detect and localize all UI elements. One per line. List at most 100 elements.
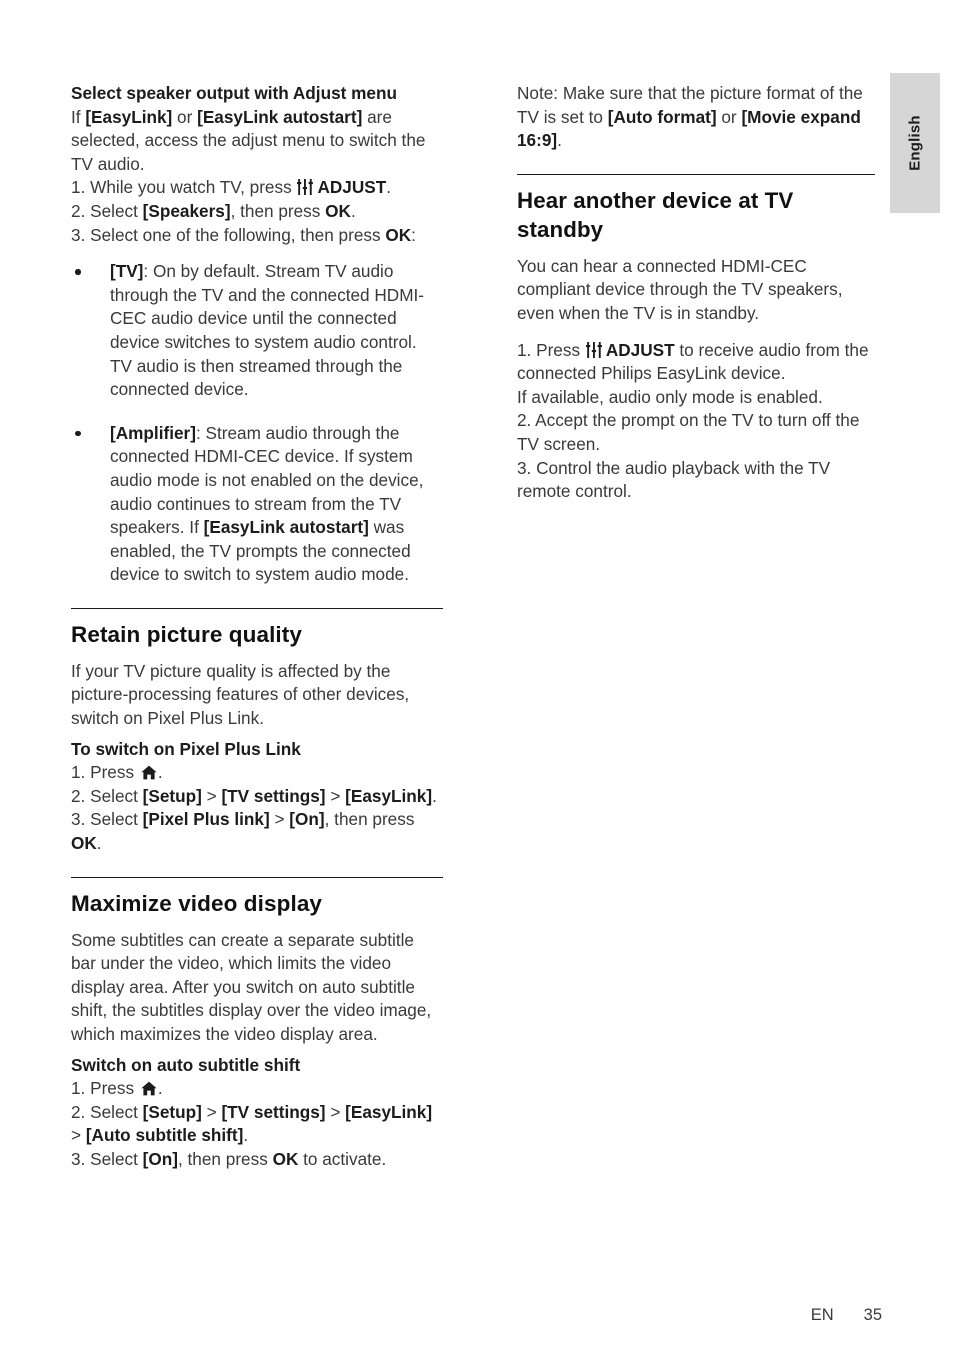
retain-step-3-ok: OK bbox=[71, 833, 97, 854]
section-title: Maximize video display bbox=[71, 890, 323, 916]
retain-step-3-gt: > bbox=[269, 809, 290, 830]
standby-step-1-note: If available, audio only mode is enabled… bbox=[517, 386, 823, 407]
speaker-output-block: Select speaker output with Adjust menu I… bbox=[71, 82, 443, 587]
option-term-amplifier: [Amplifier] bbox=[110, 422, 196, 443]
option-desc-tv: : On by default. Stream TV audio through… bbox=[110, 261, 425, 400]
option-term-easylink-autostart: [EasyLink autostart] bbox=[203, 517, 369, 538]
maximize-step-2-auto-subtitle-shift: [Auto subtitle shift] bbox=[85, 1125, 244, 1146]
left-column: Select speaker output with Adjust menu I… bbox=[71, 82, 443, 1172]
maximize-body: Some subtitles can create a separate sub… bbox=[71, 929, 432, 1044]
standby-step-1: 1. Press ADJUST to receive audio from th… bbox=[517, 339, 875, 386]
note-auto-format: [Auto format] bbox=[607, 106, 717, 127]
maximize-step-3-text-b: , then press bbox=[177, 1148, 273, 1169]
maximize-step-2: 2. Select [Setup] > [TV settings] > [Eas… bbox=[71, 1101, 443, 1148]
list-item: [Amplifier]: Stream audio through the co… bbox=[71, 422, 443, 587]
maximize-step-2-period: . bbox=[243, 1125, 249, 1146]
right-column: Note: Make sure that the picture format … bbox=[517, 82, 875, 504]
retain-step-2-setup: [Setup] bbox=[142, 785, 202, 806]
bullet-dot-icon bbox=[75, 430, 81, 437]
maximize-step-2-setup: [Setup] bbox=[142, 1101, 202, 1122]
maximize-step-3-ok: OK bbox=[272, 1148, 299, 1169]
standby-step-3: 3. Control the audio playback with the T… bbox=[517, 457, 831, 502]
retain-step-3-pixel-plus-link: [Pixel Plus link] bbox=[142, 809, 270, 830]
list-item: [TV]: On by default. Stream TV audio thr… bbox=[71, 260, 443, 402]
standby-body: You can hear a connected HDMI-CEC compli… bbox=[517, 255, 843, 323]
speaker-step-1: 1. While you watch TV, press ADJUST. bbox=[71, 176, 443, 200]
maximize-step-3-text-a: 3. Select bbox=[71, 1148, 143, 1169]
picture-format-note: Note: Make sure that the picture format … bbox=[517, 82, 875, 153]
retain-step-1-period: . bbox=[157, 762, 163, 783]
step-1-text: 1. While you watch TV, press bbox=[71, 177, 297, 198]
home-icon bbox=[141, 1081, 157, 1096]
intro-text-2: or bbox=[172, 106, 198, 127]
speaker-step-2: 2. Select [Speakers], then press OK. bbox=[71, 200, 443, 224]
maximize-step-3-text-c: to activate. bbox=[298, 1148, 387, 1169]
retain-step-3-on: [On] bbox=[289, 809, 325, 830]
step-3-text: 3. Select one of the following, then pre… bbox=[71, 224, 386, 245]
footer-language-code: EN bbox=[810, 1306, 834, 1324]
retain-step-2-period: . bbox=[432, 785, 437, 806]
maximize-step-2-gt-1: > bbox=[201, 1101, 222, 1122]
step-1-period: . bbox=[386, 177, 391, 198]
step-2-period: . bbox=[350, 200, 356, 221]
retain-step-2-tv-settings: [TV settings] bbox=[221, 785, 326, 806]
retain-step-2-gt-2: > bbox=[325, 785, 346, 806]
speaker-step-3: 3. Select one of the following, then pre… bbox=[71, 224, 443, 248]
maximize-video-display-section: Maximize video display Some subtitles ca… bbox=[71, 876, 443, 1172]
language-side-tab-label: English bbox=[906, 115, 924, 171]
intro-bold-easylink: [EasyLink] bbox=[85, 106, 173, 127]
retain-step-2-gt-1: > bbox=[201, 785, 222, 806]
speaker-output-heading: Select speaker output with Adjust menu bbox=[71, 83, 397, 103]
retain-picture-quality-section: Retain picture quality If your TV pictur… bbox=[71, 607, 443, 856]
bullet-dot-icon bbox=[75, 269, 81, 275]
retain-step-3-text-b: , then press bbox=[324, 809, 415, 830]
maximize-step-1: 1. Press . bbox=[71, 1077, 443, 1101]
standby-step-1-adjust-label: ADJUST bbox=[605, 339, 675, 360]
retain-subhead: To switch on Pixel Plus Link bbox=[71, 738, 301, 759]
maximize-step-3-on: [On] bbox=[142, 1148, 178, 1169]
speaker-option-list: [TV]: On by default. Stream TV audio thr… bbox=[71, 260, 443, 587]
step-3-colon: : bbox=[411, 224, 416, 245]
intro-text-1: If bbox=[71, 106, 86, 127]
maximize-step-2-easylink: [EasyLink] bbox=[345, 1101, 433, 1122]
intro-bold-easylink-autostart: [EasyLink autostart] bbox=[197, 106, 363, 127]
step-2-ok: OK bbox=[325, 200, 351, 221]
speaker-output-intro: If [EasyLink] or [EasyLink autostart] ar… bbox=[71, 106, 443, 177]
footer-page-number: 35 bbox=[863, 1306, 882, 1324]
option-term-tv: [TV] bbox=[110, 261, 144, 282]
standby-step-2: 2. Accept the prompt on the TV to turn o… bbox=[517, 410, 860, 454]
retain-step-3: 3. Select [Pixel Plus link] > [On], then… bbox=[71, 808, 443, 855]
manual-page: English Select speaker output with Adjus… bbox=[0, 0, 954, 1354]
adjust-sliders-icon bbox=[585, 341, 603, 358]
section-title: Retain picture quality bbox=[71, 621, 302, 647]
step-1-adjust-label: ADJUST bbox=[317, 177, 387, 198]
maximize-step-2-text-a: 2. Select bbox=[71, 1101, 143, 1122]
maximize-step-1-text: 1. Press bbox=[71, 1078, 139, 1099]
section-title: Hear another device at TV standby bbox=[517, 187, 794, 242]
step-2-text-b: , then press bbox=[230, 200, 326, 221]
step-2-text-a: 2. Select bbox=[71, 200, 143, 221]
retain-step-1-text: 1. Press bbox=[71, 762, 139, 783]
retain-step-2: 2. Select [Setup] > [TV settings] > [Eas… bbox=[71, 785, 443, 809]
home-icon bbox=[141, 765, 157, 780]
note-period: . bbox=[557, 130, 562, 151]
note-text-2: or bbox=[716, 106, 742, 127]
maximize-step-2-gt-2: > bbox=[325, 1101, 346, 1122]
hear-device-standby-section: Hear another device at TV standby You ca… bbox=[517, 173, 875, 504]
retain-body: If your TV picture quality is affected b… bbox=[71, 660, 410, 729]
maximize-step-3: 3. Select [On], then press OK to activat… bbox=[71, 1148, 443, 1172]
standby-step-1-text-a: 1. Press bbox=[517, 339, 585, 360]
retain-step-2-text-a: 2. Select bbox=[71, 785, 143, 806]
retain-step-3-text-a: 3. Select bbox=[71, 809, 143, 830]
step-2-speakers: [Speakers] bbox=[142, 200, 231, 221]
retain-step-3-period: . bbox=[96, 833, 102, 854]
language-side-tab: English bbox=[890, 73, 940, 213]
step-3-ok: OK bbox=[385, 224, 412, 245]
retain-step-1: 1. Press . bbox=[71, 761, 443, 785]
maximize-step-2-gt-3: > bbox=[71, 1125, 86, 1146]
maximize-step-1-period: . bbox=[157, 1078, 163, 1099]
page-footer: EN 35 bbox=[0, 1306, 954, 1325]
maximize-step-2-tv-settings: [TV settings] bbox=[221, 1101, 326, 1122]
maximize-subhead: Switch on auto subtitle shift bbox=[71, 1054, 301, 1075]
retain-step-2-easylink: [EasyLink] bbox=[345, 785, 433, 806]
